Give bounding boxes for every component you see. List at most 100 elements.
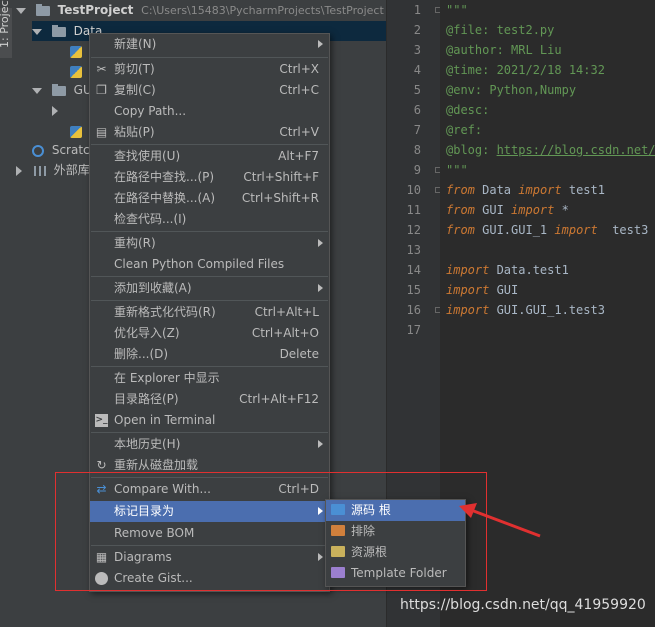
submenu-arrow-icon [318,440,323,448]
tree-item-label: 外部库 [53,163,90,177]
menu-item-label: 重新格式化代码(R) [114,305,216,319]
python-file-icon [70,125,82,138]
code-token: GUI [489,283,519,297]
menu-item-shortcut: Ctrl+Alt+O [251,326,319,340]
line-number: 9 [413,163,421,177]
expand-arrow-icon[interactable] [16,7,26,14]
menu-item-replace-in-path[interactable]: 在路径中替换...(A) Ctrl+Shift+R [90,188,329,209]
code-token: GUI [474,203,512,217]
tree-row-file[interactable] [70,41,82,61]
line-number: 2 [413,23,421,37]
code-token: Data [474,183,519,197]
menu-separator [91,432,328,433]
line-number: 15 [406,283,421,297]
menu-item-paste[interactable]: ▤ 粘贴(P) Ctrl+V [90,122,329,143]
code-token: GUI.GUI_1.test3 [489,303,605,317]
menu-item-label: 复制(C) [114,83,156,97]
menu-item-label: 本地历史(H) [114,437,181,451]
code-line: import GUI.GUI_1.test3 [446,300,605,320]
code-token: import [446,263,490,277]
menu-item-clean-compiled[interactable]: Clean Python Compiled Files [90,254,329,275]
code-token: import [554,223,598,237]
tree-row-project[interactable]: TestProject C:\Users\15483\PycharmProjec… [16,0,384,20]
collapse-arrow-icon[interactable] [16,165,22,176]
tree-row-file[interactable] [70,61,82,81]
menu-item-shortcut: Ctrl+X [279,62,319,76]
tree-row-external-libs[interactable]: 外部库 [16,160,90,180]
menu-separator [91,231,328,232]
menu-separator [91,57,328,58]
menu-item-copy[interactable]: ❐ 复制(C) Ctrl+C [90,80,329,101]
line-number: 12 [406,223,421,237]
menu-item-open-terminal[interactable]: >_ Open in Terminal [90,410,329,431]
menu-item-delete[interactable]: 删除...(D) Delete [90,344,329,365]
menu-item-shortcut: Ctrl+Shift+F [243,170,319,184]
menu-item-shortcut: Ctrl+Alt+L [254,305,319,319]
code-line: import Data.test1 [446,260,569,280]
menu-item-add-favorites[interactable]: 添加到收藏(A) [90,278,329,299]
tree-row-gui[interactable]: GUI [32,80,95,100]
menu-item-copy-path[interactable]: Copy Path... [90,101,329,122]
menu-item-cut[interactable]: ✂ 剪切(T) Ctrl+X [90,59,329,80]
code-token: @ref: [446,123,483,137]
collapse-arrow-icon[interactable] [52,105,58,116]
code-line: @ref: [446,120,482,140]
line-number: 5 [413,83,421,97]
annotation-highlight-box [55,472,487,591]
menu-item-dir-path[interactable]: 目录路径(P) Ctrl+Alt+F12 [90,389,329,410]
scratch-icon [32,144,44,157]
code-token: test1 [561,183,605,197]
menu-item-shortcut: Ctrl+Shift+R [241,191,319,205]
code-token: @time: 2021/2/18 14:32 [446,63,605,77]
code-token: @blog: [446,143,497,157]
code-token: from [446,203,475,217]
code-token: @author: MRL Liu [446,43,562,57]
code-token: import [446,283,490,297]
menu-item-inspect-code[interactable]: 检查代码...(I) [90,209,329,230]
submenu-arrow-icon [318,40,323,48]
expand-arrow-icon[interactable] [32,87,42,94]
menu-item-label: Clean Python Compiled Files [114,257,285,271]
code-token: """ [446,3,468,17]
code-line: from GUI.GUI_1 import test3 [446,220,648,240]
line-number: 11 [406,203,421,217]
submenu-arrow-icon [318,284,323,292]
menu-item-label: 目录路径(P) [114,392,179,406]
watermark: https://blog.csdn.net/qq_41959920 [400,597,646,613]
menu-item-reformat[interactable]: 重新格式化代码(R) Ctrl+Alt+L [90,302,329,323]
menu-item-find-usages[interactable]: 查找使用(U) Alt+F7 [90,146,329,167]
menu-item-refactor[interactable]: 重构(R) [90,233,329,254]
expand-arrow-icon[interactable] [32,28,42,35]
code-line: @env: Python,Numpy [446,80,576,100]
line-number: 8 [413,143,421,157]
menu-item-label: 在 Explorer 中显示 [114,371,220,385]
menu-item-local-history[interactable]: 本地历史(H) [90,434,329,455]
menu-item-shortcut: Alt+F7 [278,149,319,163]
menu-item-optimize-imports[interactable]: 优化导入(Z) Ctrl+Alt+O [90,323,329,344]
code-token: from [446,183,475,197]
line-number: 17 [406,323,421,337]
tree-row-scratch[interactable]: Scratch [32,140,97,160]
menu-item-label: 粘贴(P) [114,125,155,139]
tree-row-file[interactable] [70,121,82,141]
menu-separator [91,300,328,301]
menu-separator [91,276,328,277]
menu-item-new[interactable]: 新建(N) [90,34,329,55]
code-token: GUI.GUI_1 [474,223,555,237]
line-number: 4 [413,63,421,77]
menu-item-show-explorer[interactable]: 在 Explorer 中显示 [90,368,329,389]
code-line: @desc: [446,100,489,120]
code-token: test3 [597,223,649,237]
reload-icon: ↻ [96,458,107,472]
project-tool-tab[interactable]: 1: Project [0,0,12,58]
code-token: from [446,223,475,237]
line-number: 14 [406,263,421,277]
library-icon [33,165,46,176]
line-number: 16 [406,303,421,317]
line-number: 3 [413,43,421,57]
menu-item-shortcut: Ctrl+Alt+F12 [239,392,319,406]
menu-item-find-in-path[interactable]: 在路径中查找...(P) Ctrl+Shift+F [90,167,329,188]
tree-row-subfolder[interactable] [52,100,58,120]
menu-item-shortcut: Ctrl+V [279,125,319,139]
code-link[interactable]: https://blog.csdn.net/q [497,143,655,157]
